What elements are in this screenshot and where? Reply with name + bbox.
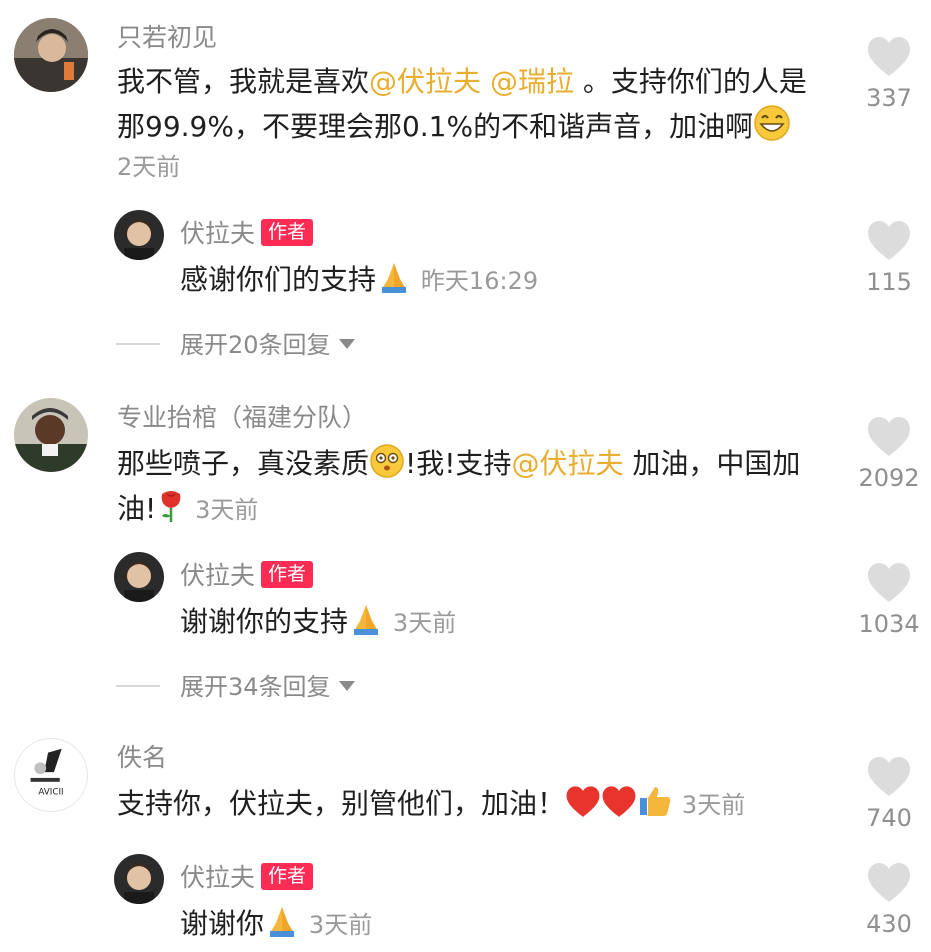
author-badge: 作者 bbox=[261, 863, 314, 890]
heart-emoji-icon bbox=[601, 785, 637, 832]
divider bbox=[116, 685, 160, 687]
like-button[interactable]: 430 bbox=[854, 862, 924, 938]
rose-emoji-icon bbox=[156, 486, 186, 537]
comment-username[interactable]: 专业抬棺（福建分队） bbox=[117, 402, 367, 434]
comment-time: 3天前 bbox=[681, 791, 746, 819]
like-count: 115 bbox=[866, 268, 912, 296]
avatar[interactable] bbox=[14, 398, 88, 472]
like-count: 1034 bbox=[858, 610, 920, 638]
reply-text: 谢谢你的支持 3天前 bbox=[180, 600, 456, 650]
comment-text: 那99.9%，不要理会那0.1%的不和谐声音，加油啊 bbox=[117, 104, 791, 155]
author-badge: 作者 bbox=[261, 219, 314, 246]
reply-time: 3天前 bbox=[392, 609, 457, 637]
divider bbox=[116, 343, 160, 345]
comment-username[interactable]: 佚名 bbox=[117, 742, 167, 774]
mention-link[interactable]: @伏拉夫 bbox=[511, 447, 623, 480]
expand-replies-button[interactable]: 展开20条回复 bbox=[116, 330, 355, 360]
comment-time: 3天前 bbox=[195, 496, 259, 524]
chevron-down-icon bbox=[338, 681, 355, 691]
expand-replies-button[interactable]: 展开34条回复 bbox=[116, 672, 355, 702]
reply-time: 昨天16:29 bbox=[420, 267, 539, 295]
like-count: 2092 bbox=[858, 464, 920, 492]
comment-text: 油! 3天前 bbox=[117, 486, 258, 537]
thumbs-up-emoji-icon bbox=[637, 783, 673, 832]
like-button[interactable]: 740 bbox=[854, 756, 924, 832]
like-button[interactable]: 1034 bbox=[854, 562, 924, 638]
heart-icon bbox=[868, 37, 910, 76]
reply-username[interactable]: 伏拉夫 作者 bbox=[180, 218, 314, 250]
pray-emoji-icon bbox=[376, 259, 412, 308]
avatar[interactable]: AVICII bbox=[14, 738, 88, 812]
like-button[interactable]: 2092 bbox=[854, 416, 924, 492]
reply-time: 3天前 bbox=[308, 911, 373, 939]
heart-icon bbox=[868, 221, 910, 260]
grin-emoji-icon bbox=[753, 104, 791, 155]
comment-username[interactable]: 只若初见 bbox=[117, 22, 217, 54]
mention-link[interactable]: @瑞拉 bbox=[490, 65, 574, 98]
like-count: 740 bbox=[866, 804, 912, 832]
pray-emoji-icon bbox=[264, 903, 300, 952]
like-count: 430 bbox=[866, 910, 912, 938]
pray-emoji-icon bbox=[348, 601, 384, 650]
reply-text: 感谢你们的支持 昨天16:29 bbox=[180, 258, 538, 308]
heart-icon bbox=[868, 863, 910, 902]
comment-text: 支持你，伏拉夫，别管他们，加油！ 3天前 bbox=[117, 782, 745, 832]
reply-username[interactable]: 伏拉夫 作者 bbox=[180, 560, 314, 592]
like-count: 337 bbox=[866, 84, 912, 112]
comment-time: 2天前 bbox=[117, 153, 181, 181]
author-badge: 作者 bbox=[261, 561, 314, 588]
svg-text:AVICII: AVICII bbox=[38, 787, 63, 797]
chevron-down-icon bbox=[338, 339, 355, 349]
avatar[interactable] bbox=[14, 18, 88, 92]
heart-icon bbox=[868, 757, 910, 796]
author-avatar[interactable] bbox=[114, 210, 164, 260]
dizzy-emoji-icon bbox=[369, 443, 405, 492]
comment-text: 那些喷子，真没素质 !我!支持@伏拉夫 加油，中国加 bbox=[117, 442, 800, 492]
heart-emoji-icon bbox=[565, 785, 601, 832]
like-button[interactable]: 115 bbox=[854, 220, 924, 296]
mention-link[interactable]: @伏拉夫 bbox=[369, 65, 481, 98]
author-avatar[interactable] bbox=[114, 552, 164, 602]
like-button[interactable]: 337 bbox=[854, 36, 924, 112]
author-avatar[interactable] bbox=[114, 854, 164, 904]
heart-icon bbox=[868, 563, 910, 602]
reply-username[interactable]: 伏拉夫 作者 bbox=[180, 862, 314, 894]
comment-text: 我不管，我就是喜欢@伏拉夫 @瑞拉 。支持你们的人是 bbox=[117, 65, 807, 98]
heart-icon bbox=[868, 417, 910, 456]
reply-text: 谢谢你 3天前 bbox=[180, 902, 372, 952]
